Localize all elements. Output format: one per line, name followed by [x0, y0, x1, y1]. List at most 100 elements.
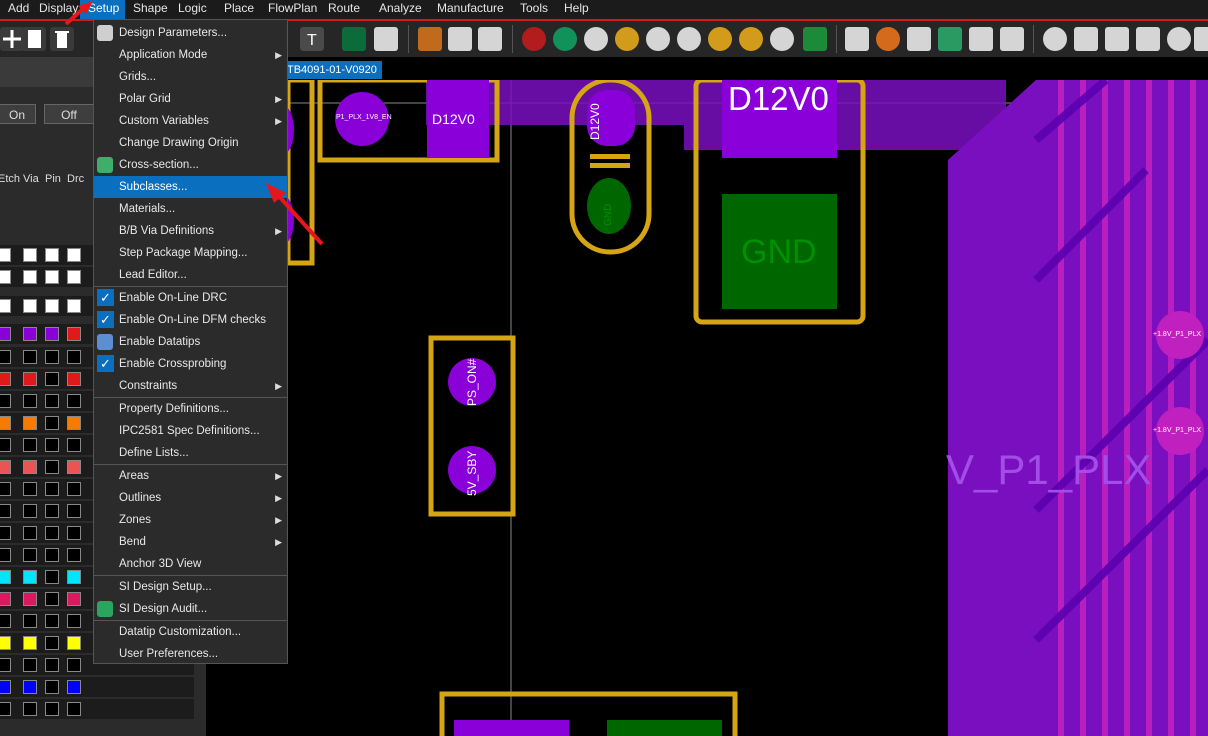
layer-visibility-checkbox[interactable] — [67, 504, 81, 518]
menu-place[interactable]: Place — [216, 0, 260, 19]
menu-route[interactable]: Route — [320, 0, 371, 19]
layer-visibility-checkbox[interactable] — [0, 327, 11, 341]
layer-visibility-checkbox[interactable] — [23, 548, 37, 562]
layer-visibility-checkbox[interactable] — [0, 248, 11, 262]
layer-visibility-checkbox[interactable] — [0, 372, 11, 386]
layer-visibility-checkbox[interactable] — [23, 350, 37, 364]
menu-item-anchor-3d-view[interactable]: Anchor 3D View — [94, 553, 287, 575]
eye-icon[interactable] — [1043, 27, 1067, 51]
layer-visibility-checkbox[interactable] — [23, 327, 37, 341]
layer-visibility-checkbox[interactable] — [45, 702, 59, 716]
layer-visibility-checkbox[interactable] — [23, 614, 37, 628]
menu-item-areas[interactable]: Areas ▶ — [94, 465, 287, 487]
layer-visibility-checkbox[interactable] — [23, 299, 37, 313]
setup-icon[interactable] — [969, 27, 993, 51]
layer-visibility-checkbox[interactable] — [0, 526, 11, 540]
layer-visibility-checkbox[interactable] — [45, 299, 59, 313]
layer-visibility-checkbox[interactable] — [67, 299, 81, 313]
layer-visibility-checkbox[interactable] — [0, 299, 11, 313]
layer-visibility-checkbox[interactable] — [0, 438, 11, 452]
layer-visibility-checkbox[interactable] — [0, 636, 11, 650]
all-off-button[interactable]: Off — [44, 104, 94, 124]
layer-visibility-checkbox[interactable] — [45, 526, 59, 540]
layer-visibility-checkbox[interactable] — [67, 248, 81, 262]
layer-visibility-checkbox[interactable] — [45, 438, 59, 452]
layer-visibility-checkbox[interactable] — [0, 592, 11, 606]
layer-visibility-checkbox[interactable] — [23, 570, 37, 584]
layer-visibility-checkbox[interactable] — [67, 394, 81, 408]
layer-visibility-checkbox[interactable] — [23, 504, 37, 518]
layer-visibility-checkbox[interactable] — [67, 636, 81, 650]
layer-visibility-checkbox[interactable] — [0, 460, 11, 474]
menu-item-application-mode[interactable]: Application Mode ▶ — [94, 44, 287, 66]
zoom-previous-icon[interactable] — [708, 27, 732, 51]
visibility-icon[interactable] — [907, 27, 931, 51]
layer-visibility-checkbox[interactable] — [0, 416, 11, 430]
layer-visibility-checkbox[interactable] — [0, 702, 11, 716]
menu-item-ipc2581-spec-definitions[interactable]: IPC2581 Spec Definitions... — [94, 420, 287, 442]
text-icon[interactable]: T — [300, 27, 324, 51]
zoom-out-icon[interactable] — [677, 27, 701, 51]
layer-visibility-checkbox[interactable] — [45, 614, 59, 628]
layer-visibility-checkbox[interactable] — [0, 394, 11, 408]
settings-icon[interactable] — [1000, 27, 1024, 51]
layer-visibility-checkbox[interactable] — [45, 570, 59, 584]
component-icon[interactable] — [342, 27, 366, 51]
layer-visibility-checkbox[interactable] — [67, 614, 81, 628]
layer-visibility-checkbox[interactable] — [23, 372, 37, 386]
layer-visibility-checkbox[interactable] — [45, 248, 59, 262]
layer-visibility-checkbox[interactable] — [23, 526, 37, 540]
net-icon[interactable] — [553, 27, 577, 51]
menu-analyze[interactable]: Analyze — [371, 0, 429, 19]
layer-visibility-checkbox[interactable] — [45, 270, 59, 284]
layer-visibility-checkbox[interactable] — [23, 680, 37, 694]
zoom-in-icon[interactable] — [646, 27, 670, 51]
menu-item-subclasses[interactable]: Subclasses... — [94, 176, 287, 198]
layers-icon[interactable] — [938, 27, 962, 51]
layer-visibility-checkbox[interactable] — [67, 702, 81, 716]
menu-item-enable-datatips[interactable]: Enable Datatips — [94, 331, 287, 353]
layer-visibility-checkbox[interactable] — [45, 482, 59, 496]
layer-visibility-checkbox[interactable] — [45, 548, 59, 562]
layer-visibility-checkbox[interactable] — [0, 270, 11, 284]
layer-visibility-checkbox[interactable] — [45, 460, 59, 474]
menu-item-property-definitions[interactable]: Property Definitions... — [94, 398, 287, 420]
layer-visibility-checkbox[interactable] — [23, 438, 37, 452]
layer-visibility-checkbox[interactable] — [67, 350, 81, 364]
layer-visibility-checkbox[interactable] — [45, 327, 59, 341]
menu-item-step-package-mapping[interactable]: Step Package Mapping... — [94, 242, 287, 264]
slide-icon[interactable] — [448, 27, 472, 51]
menu-tools[interactable]: Tools — [512, 0, 556, 19]
layer-visibility-checkbox[interactable] — [0, 614, 11, 628]
drc-icon[interactable] — [522, 27, 546, 51]
grid-icon[interactable] — [845, 27, 869, 51]
redraw-icon[interactable] — [770, 27, 794, 51]
menu-setup[interactable]: Setup — [80, 0, 125, 19]
layer-visibility-checkbox[interactable] — [0, 570, 11, 584]
layer-visibility-checkbox[interactable] — [67, 460, 81, 474]
layer-visibility-checkbox[interactable] — [67, 592, 81, 606]
layer-visibility-checkbox[interactable] — [45, 680, 59, 694]
package-3d-icon[interactable] — [1105, 27, 1129, 51]
design-canvas[interactable]: P1_PLX_1V8_EN D12V0 D12V0 D12V0 GND GND … — [206, 80, 1208, 736]
layer-visibility-checkbox[interactable] — [67, 658, 81, 672]
menu-shape[interactable]: Shape — [125, 0, 170, 19]
design-tab[interactable]: TB4091-01-V0920 — [283, 61, 382, 79]
layer-visibility-checkbox[interactable] — [67, 416, 81, 430]
board-icon[interactable] — [803, 27, 827, 51]
route-icon[interactable] — [418, 27, 442, 51]
layer-visibility-checkbox[interactable] — [67, 548, 81, 562]
layer-visibility-checkbox[interactable] — [23, 482, 37, 496]
delete-icon[interactable] — [50, 27, 74, 51]
menu-item-user-preferences[interactable]: User Preferences... — [94, 643, 287, 665]
menu-item-enable-crossprobing[interactable]: ✓ Enable Crossprobing — [94, 353, 287, 375]
menu-help[interactable]: Help — [556, 0, 596, 19]
layer-visibility-checkbox[interactable] — [67, 570, 81, 584]
layer-visibility-checkbox[interactable] — [23, 394, 37, 408]
menu-item-b-b-via-definitions[interactable]: B/B Via Definitions ▶ — [94, 220, 287, 242]
layer-visibility-checkbox[interactable] — [23, 592, 37, 606]
menu-item-si-design-setup[interactable]: SI Design Setup... — [94, 576, 287, 598]
chip-icon[interactable] — [374, 27, 398, 51]
layer-visibility-checkbox[interactable] — [0, 658, 11, 672]
layer-visibility-checkbox[interactable] — [0, 350, 11, 364]
